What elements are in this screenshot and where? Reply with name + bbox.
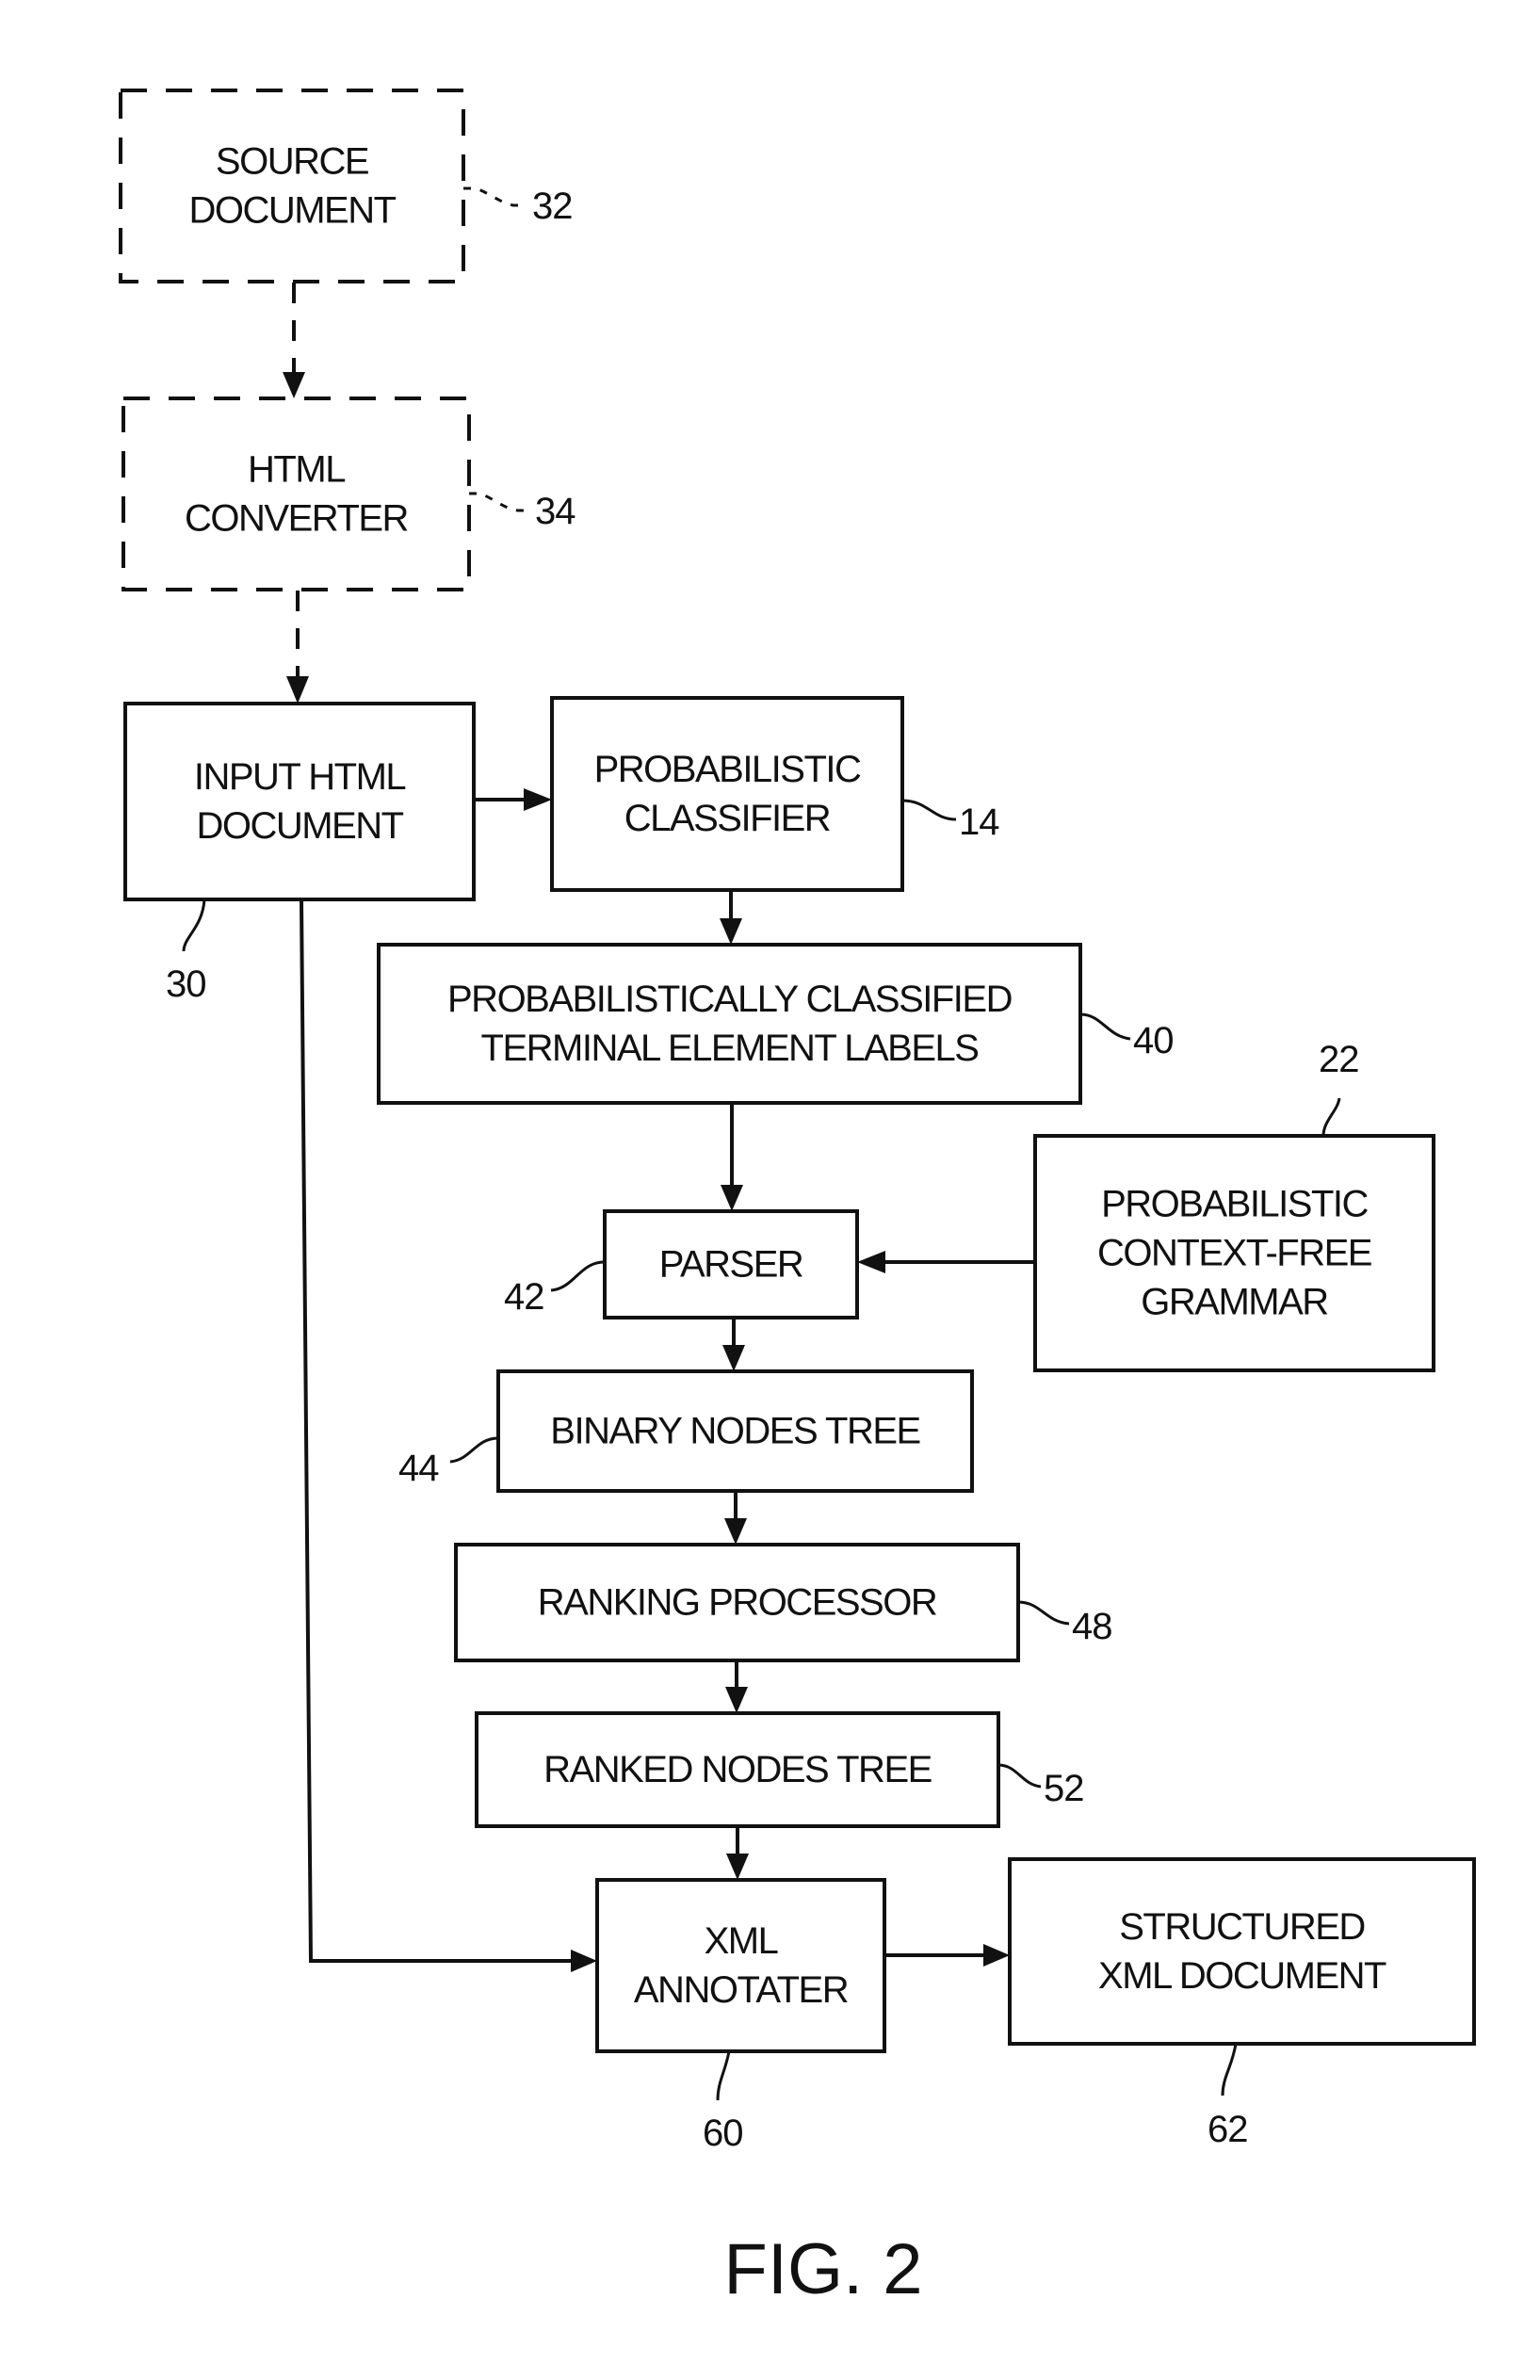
arrowhead-parser-to-binary bbox=[722, 1345, 745, 1371]
arrowhead-pcfg-to-parser bbox=[857, 1251, 885, 1273]
leader-22 bbox=[1321, 1097, 1341, 1137]
leader-32 bbox=[463, 186, 527, 207]
label-ranking-processor-line-1: RANKING PROCESSOR bbox=[538, 1582, 937, 1624]
ref-32: 32 bbox=[532, 186, 573, 227]
node-probabilistic-classifier: PROBABILISTIC CLASSIFIER bbox=[550, 696, 904, 892]
leader-62 bbox=[1221, 2043, 1238, 2097]
label-probabilistic-classifier-line-1: PROBABILISTIC bbox=[594, 749, 861, 790]
arrowhead-source-to-converter bbox=[283, 372, 305, 398]
label-input-html-document-line-1: INPUT HTML bbox=[194, 756, 406, 798]
ref-62: 62 bbox=[1208, 2109, 1248, 2150]
flow-diagram: SOURCE DOCUMENT HTML CONVERTER INPUT HTML DOC… bbox=[119, 89, 1476, 2309]
arrowhead-classifier-to-labels bbox=[720, 918, 742, 945]
label-parser-line-1: PARSER bbox=[659, 1244, 803, 1286]
ref-52: 52 bbox=[1044, 1768, 1084, 1809]
node-parser: PARSER bbox=[603, 1209, 859, 1320]
label-probabilistic-classifier-line-2: CLASSIFIER bbox=[624, 798, 831, 839]
node-xml-annotater: XML ANNOTATER bbox=[595, 1878, 886, 2053]
ref-40: 40 bbox=[1133, 1020, 1174, 1061]
leader-34 bbox=[469, 492, 532, 512]
ref-60: 60 bbox=[703, 2113, 743, 2154]
label-html-converter-line-2: CONVERTER bbox=[185, 498, 409, 540]
label-source-document-line-1: SOURCE bbox=[216, 141, 368, 183]
leader-42 bbox=[550, 1260, 606, 1292]
leader-60 bbox=[716, 2050, 731, 2101]
ref-14: 14 bbox=[959, 801, 999, 843]
label-pcfg-line-3: GRAMMAR bbox=[1141, 1282, 1328, 1323]
node-html-converter: HTML CONVERTER bbox=[122, 397, 471, 591]
leader-14 bbox=[901, 799, 957, 821]
label-source-document-line-2: DOCUMENT bbox=[188, 190, 396, 232]
ref-48: 48 bbox=[1072, 1606, 1112, 1647]
arrowhead-annotater-to-structured bbox=[983, 1944, 1010, 1967]
node-ranked-nodes-tree: RANKED NODES TREE bbox=[475, 1711, 1000, 1828]
label-xml-annotater-line-2: ANNOTATER bbox=[634, 1969, 849, 2011]
leader-48 bbox=[1017, 1600, 1070, 1626]
node-pcfg: PROBABILISTIC CONTEXT-FREE GRAMMAR bbox=[1033, 1134, 1435, 1372]
nodes: SOURCE DOCUMENT HTML CONVERTER INPUT HTML DOC… bbox=[119, 89, 1476, 2053]
label-structured-xml-document-line-2: XML DOCUMENT bbox=[1098, 1955, 1386, 1997]
label-classified-labels-line-1: PROBABILISTICALLY CLASSIFIED bbox=[447, 979, 1012, 1020]
label-xml-annotater-line-1: XML bbox=[705, 1920, 778, 1962]
label-pcfg-line-1: PROBABILISTIC bbox=[1101, 1184, 1368, 1225]
leader-52 bbox=[997, 1763, 1042, 1789]
leader-30 bbox=[182, 899, 206, 952]
arrowhead-ranked-to-annotater bbox=[726, 1854, 749, 1880]
label-ranked-nodes-tree-line-1: RANKED NODES TREE bbox=[543, 1749, 932, 1790]
label-classified-labels-line-2: TERMINAL ELEMENT LABELS bbox=[481, 1028, 979, 1069]
node-classified-labels: PROBABILISTICALLY CLASSIFIED TERMINAL ELE… bbox=[377, 943, 1082, 1105]
ref-42: 42 bbox=[504, 1276, 544, 1318]
node-source-document: SOURCE DOCUMENT bbox=[119, 89, 465, 283]
leader-40 bbox=[1079, 1012, 1131, 1041]
box-xml-annotater bbox=[595, 1878, 886, 2053]
box-source-document bbox=[119, 89, 465, 283]
node-ranking-processor: RANKING PROCESSOR bbox=[454, 1543, 1020, 1662]
ref-30: 30 bbox=[166, 963, 206, 1005]
box-classified-labels bbox=[377, 943, 1082, 1105]
ref-22: 22 bbox=[1319, 1039, 1359, 1080]
label-html-converter-line-1: HTML bbox=[248, 449, 345, 491]
node-binary-nodes-tree: BINARY NODES TREE bbox=[496, 1369, 974, 1493]
figure-caption: FIG. 2 bbox=[723, 2229, 922, 2309]
ref-44: 44 bbox=[398, 1448, 439, 1489]
arrowhead-binary-to-ranking bbox=[724, 1518, 747, 1545]
arrowhead-converter-to-input bbox=[286, 676, 309, 704]
node-structured-xml-document: STRUCTURED XML DOCUMENT bbox=[1008, 1857, 1476, 2046]
arrowhead-ranking-to-ranked bbox=[725, 1687, 748, 1713]
arrowhead-labels-to-parser bbox=[721, 1185, 743, 1211]
arrowhead-input-to-annotater bbox=[571, 1950, 597, 1972]
box-html-converter bbox=[122, 397, 471, 591]
leader-44 bbox=[449, 1436, 499, 1464]
box-probabilistic-classifier bbox=[550, 696, 904, 892]
arrowhead-input-to-classifier bbox=[524, 788, 552, 811]
box-structured-xml-document bbox=[1008, 1857, 1476, 2046]
label-structured-xml-document-line-1: STRUCTURED bbox=[1119, 1906, 1365, 1948]
label-pcfg-line-2: CONTEXT-FREE bbox=[1097, 1233, 1371, 1274]
ref-34: 34 bbox=[535, 491, 575, 532]
node-input-html-document: INPUT HTML DOCUMENT bbox=[123, 702, 476, 901]
label-binary-nodes-tree-line-1: BINARY NODES TREE bbox=[550, 1411, 919, 1452]
box-input-html-document bbox=[123, 702, 476, 901]
label-input-html-document-line-2: DOCUMENT bbox=[196, 805, 403, 847]
